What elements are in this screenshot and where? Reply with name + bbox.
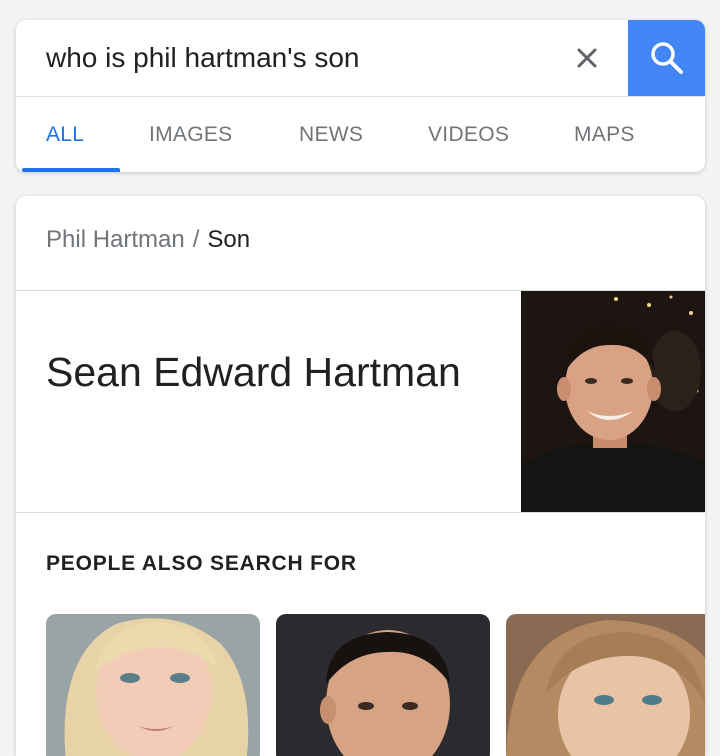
breadcrumb: Phil Hartman / Son <box>46 226 250 254</box>
related-person-photo <box>276 614 490 756</box>
tab-news[interactable]: NEWS <box>299 97 363 172</box>
close-icon <box>577 48 597 68</box>
search-button[interactable] <box>628 20 705 96</box>
related-person-card[interactable] <box>46 614 260 756</box>
answer-card: Phil Hartman / Son Sean Edward Hartman PEO… <box>16 196 705 756</box>
search-card: ALL IMAGES NEWS VIDEOS MAPS <box>16 20 705 172</box>
divider <box>16 512 705 513</box>
people-also-search-for-heading: PEOPLE ALSO SEARCH FOR <box>46 552 357 575</box>
tab-videos[interactable]: VIDEOS <box>428 97 509 172</box>
active-tab-indicator <box>22 168 120 172</box>
clear-search-button[interactable] <box>569 40 605 76</box>
related-person-card[interactable] <box>506 614 705 756</box>
search-tabs: ALL IMAGES NEWS VIDEOS MAPS <box>16 97 705 172</box>
tab-all[interactable]: ALL <box>46 97 84 172</box>
search-input[interactable] <box>46 40 546 76</box>
breadcrumb-current: Son <box>207 226 251 253</box>
breadcrumb-parent-link[interactable]: Phil Hartman <box>46 226 185 253</box>
related-person-photo <box>46 614 260 756</box>
answer-photo[interactable] <box>521 291 705 512</box>
tab-images[interactable]: IMAGES <box>149 97 232 172</box>
related-person-card[interactable] <box>276 614 490 756</box>
tab-maps[interactable]: MAPS <box>574 97 635 172</box>
search-icon <box>650 42 683 74</box>
search-bar <box>16 20 705 97</box>
answer-title: Sean Edward Hartman <box>46 349 461 395</box>
related-person-photo <box>506 614 705 756</box>
breadcrumb-separator: / <box>192 226 200 253</box>
